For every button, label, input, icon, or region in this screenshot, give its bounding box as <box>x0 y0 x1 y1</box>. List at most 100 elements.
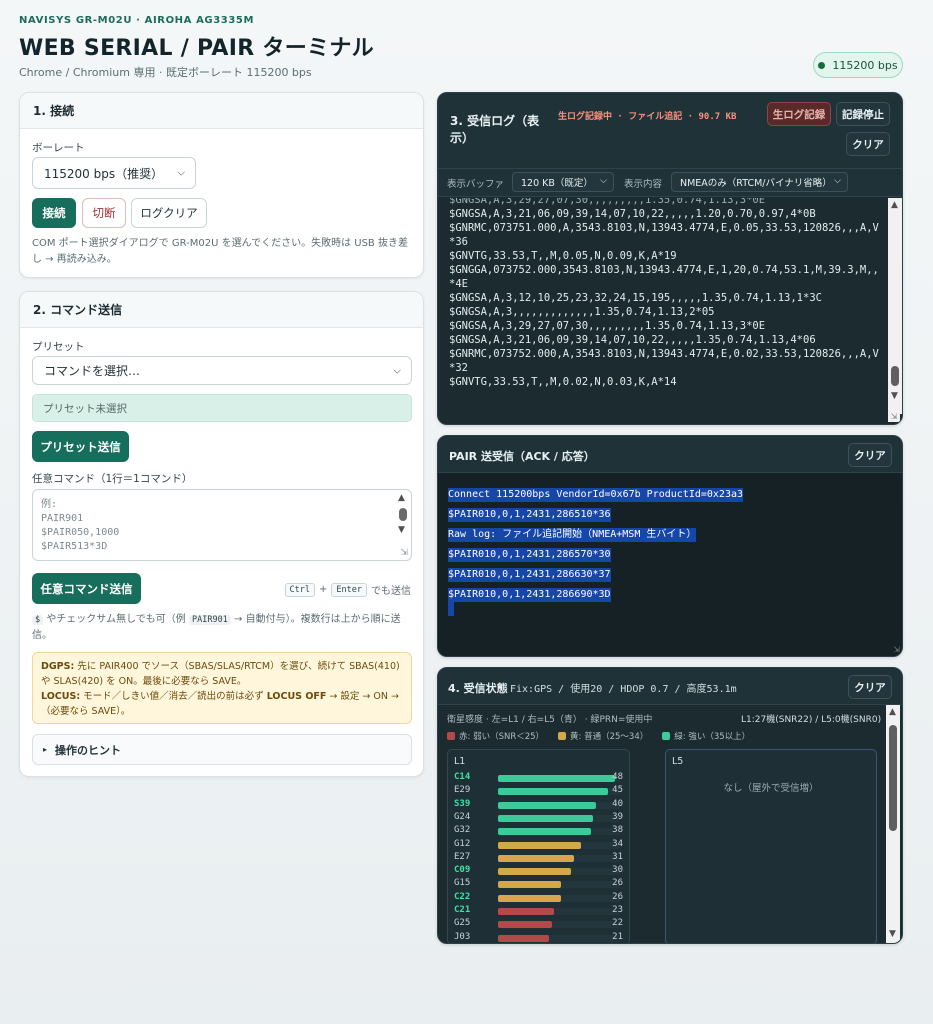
pair-line: $PAIR010,0,1,2431,286510*36 <box>448 508 611 522</box>
snr-value: 45 <box>612 785 623 796</box>
baud-label: ボーレート <box>32 142 85 154</box>
satellite-prn: G32 <box>454 825 471 836</box>
rx-clear-button[interactable]: クリア <box>846 132 890 156</box>
rx-log-scrollbar[interactable]: ▲ ▼ <box>888 198 902 414</box>
rx-log-header: 3. 受信ログ（表 示） 生ログ記録中 · ファイル追記 · 90.7 KB 生… <box>438 93 902 169</box>
log-line: $GNGGA,073752.000,3543.8103,N,13943.4774… <box>449 264 879 276</box>
disclosure-triangle-icon: ▸ <box>43 745 48 754</box>
log-line: *4E <box>449 278 468 290</box>
rx-log-card: 3. 受信ログ（表 示） 生ログ記録中 · ファイル追記 · 90.7 KB 生… <box>437 92 903 425</box>
pair-line: $PAIR010,0,1,2431,286630*37 <box>448 568 611 582</box>
scroll-up-icon[interactable]: ▲ <box>398 493 405 503</box>
hints-label: 操作のヒント <box>55 743 122 757</box>
rx-options-bar: 表示バッファ 120 KB（既定） ⌵ 表示内容 NMEAのみ（RTCM/バイナ… <box>438 169 902 197</box>
pair-header: PAIR 送受信（ACK / 応答） クリア <box>438 436 902 473</box>
baud-status-text: 115200 bps <box>832 58 898 72</box>
l1-label: L1 <box>454 756 466 767</box>
l1-panel: L1 C14 48 E29 45 S39 40 G24 39 G32 38 G12 34 E27 31 C0… <box>447 749 630 943</box>
locus-note: LOCUS: モード／しきい値／消去／読出の前は必ず LOCUS OFF → 設… <box>41 689 403 719</box>
resize-handle-icon[interactable]: ⇲ <box>400 548 408 558</box>
satellite-prn: G24 <box>454 811 471 822</box>
textarea-scrollbar[interactable]: ▲ ▼ <box>397 493 409 545</box>
page-title: WEB SERIAL / PAIR ターミナル <box>19 36 374 61</box>
legend-item: 緑: 強い（35以上） <box>662 730 750 742</box>
custom-command-textarea[interactable]: 例: PAIR901 $PAIR050,1000 $PAIR513*3D ▲ ▼… <box>32 489 412 561</box>
scroll-down-icon[interactable]: ▼ <box>891 391 898 401</box>
legend-label: 赤: 弱い（SNR＜25） <box>459 732 545 742</box>
log-line: *32 <box>449 362 468 374</box>
snr-bar <box>498 921 552 929</box>
satellite-row: C14 48 <box>448 772 629 785</box>
chevron-down-icon: ⌵ <box>600 176 607 186</box>
hints-disclosure[interactable]: ▸ 操作のヒント <box>32 734 412 765</box>
content-select[interactable]: NMEAのみ（RTCM/バイナリ省略） ⌵ <box>671 172 848 192</box>
device-eyebrow: NAVISYS GR-M02U · AIROHA AG3335M <box>19 15 255 26</box>
snr-bar-track <box>498 814 620 822</box>
satellite-row: G32 38 <box>448 825 629 838</box>
satellite-prn: E29 <box>454 785 471 796</box>
snr-bar-track <box>498 894 620 902</box>
custom-send-button[interactable]: 任意コマンド送信 <box>32 573 141 604</box>
locus-off-text: LOCUS OFF <box>266 691 327 702</box>
satellite-row: S39 40 <box>448 799 629 812</box>
log-line: $GNVTG,33.53,T,,M,0.02,N,0.03,K,A*14 <box>449 376 677 388</box>
satellite-counts: L1:27機(SNR22) / L5:0機(SNR0) <box>741 715 882 725</box>
pair-clear-button[interactable]: クリア <box>848 443 892 467</box>
scroll-up-icon[interactable]: ▲ <box>891 200 898 210</box>
recording-status: 生ログ記録中 · ファイル追記 · 90.7 KB <box>558 112 737 122</box>
snr-bar-track <box>498 775 620 782</box>
stop-recording-button[interactable]: 記録停止 <box>836 102 890 126</box>
example-chip: PAIR901 <box>189 615 231 625</box>
resize-handle-icon[interactable]: ⇲ <box>893 645 900 654</box>
rx-log-lines: $GNGSA,A,3,21,06,09,39,14,07,10,22,,,,,1… <box>449 207 888 389</box>
page-subtitle: Chrome / Chromium 専用 · 既定ボーレート 115200 bp… <box>19 66 312 79</box>
snr-value: 31 <box>612 851 623 862</box>
scroll-down-icon[interactable]: ▼ <box>889 929 896 939</box>
satellite-row: G25 22 <box>448 918 629 931</box>
raw-log-button[interactable]: 生ログ記録 <box>767 102 831 126</box>
baud-select[interactable]: 115200 bps（推奨） ⌵ <box>32 157 196 189</box>
disconnect-button[interactable]: 切断 <box>82 198 126 228</box>
pair-card: PAIR 送受信（ACK / 応答） クリア Connect 115200bps… <box>437 435 903 657</box>
status-scrollbar[interactable]: ▲ ▼ <box>886 705 900 943</box>
status-clear-button[interactable]: クリア <box>848 675 892 699</box>
connect-button[interactable]: 接続 <box>32 198 76 228</box>
status-scroll-thumb[interactable] <box>889 725 897 831</box>
snr-bar-track <box>498 841 620 849</box>
legend-swatch <box>447 732 455 740</box>
preset-select[interactable]: コマンドを選択… ⌵ <box>32 356 412 385</box>
status-dot-icon <box>818 61 826 69</box>
rx-log-scroll-thumb[interactable] <box>891 366 899 386</box>
satellite-list: C14 48 E29 45 S39 40 G24 39 G32 38 G12 34 E27 31 C09 30… <box>448 772 629 942</box>
preset-send-button[interactable]: プリセット送信 <box>32 431 129 462</box>
pair-output[interactable]: Connect 115200bps VendorId=0x67b Product… <box>438 473 902 656</box>
buffer-select[interactable]: 120 KB（既定） ⌵ <box>512 172 614 192</box>
shortcut-plus: + <box>319 584 328 595</box>
legend-item: 黄: 普通（25〜34） <box>558 730 648 742</box>
snr-bar <box>498 881 562 889</box>
satellite-row: G12 34 <box>448 839 629 852</box>
send-shortcut-hint: Ctrl + Enter でも送信 <box>284 582 411 597</box>
snr-value: 26 <box>612 891 623 902</box>
clear-log-button[interactable]: ログクリア <box>131 198 207 228</box>
scroll-down-icon[interactable]: ▼ <box>398 525 405 535</box>
scroll-up-icon[interactable]: ▲ <box>889 707 896 717</box>
satellite-row: C22 26 <box>448 892 629 905</box>
buffer-label: 表示バッファ <box>447 179 505 190</box>
snr-bar-track <box>498 788 620 796</box>
preset-label: プリセット <box>32 341 85 353</box>
satellite-prn: G15 <box>454 878 471 889</box>
legend-item: 赤: 弱い（SNR＜25） <box>447 730 544 742</box>
resize-handle-icon[interactable]: ⇲ <box>888 412 900 422</box>
satellite-prn: C14 <box>454 772 471 782</box>
preset-select-value: コマンドを選択… <box>44 364 141 378</box>
baud-select-value: 115200 bps（推奨） <box>44 166 164 181</box>
shortcut-suffix: でも送信 <box>371 586 411 597</box>
snr-value: 40 <box>612 798 623 809</box>
rx-log-output[interactable]: $GNGSA,A,3,29,27,07,30,,,,,,,,,1.35,0.74… <box>438 198 888 424</box>
textarea-scroll-thumb[interactable] <box>399 508 407 521</box>
chevron-down-icon: ⌵ <box>393 365 401 376</box>
satellite-row: J03 21 <box>448 932 629 943</box>
buffer-select-value: 120 KB（既定） <box>521 178 593 189</box>
snr-bar-track <box>498 881 620 889</box>
